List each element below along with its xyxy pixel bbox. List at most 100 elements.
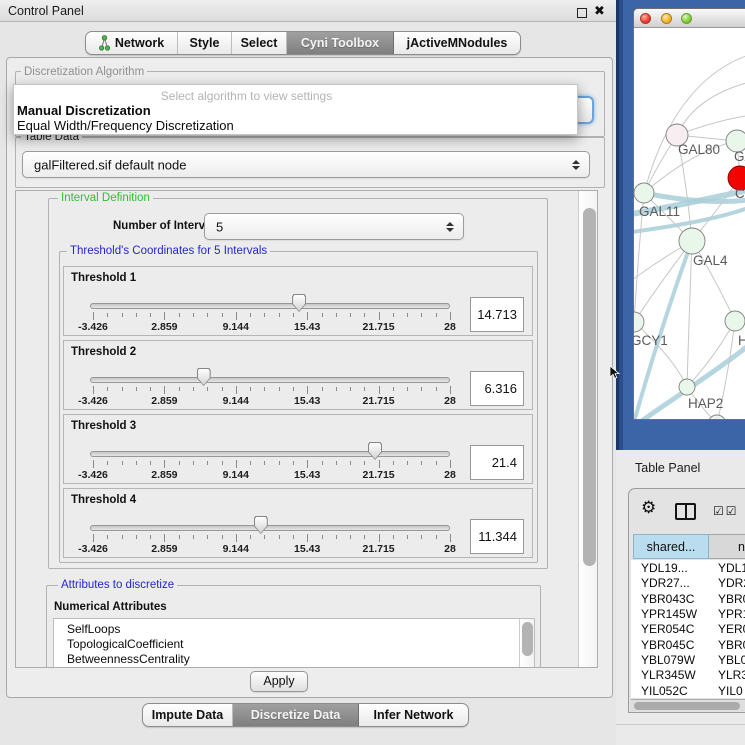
slider-thumb[interactable] (292, 294, 306, 312)
slider-tick (364, 387, 365, 391)
slider-tick (93, 312, 94, 320)
network-node-label: GCY1 (634, 333, 668, 348)
gear-icon[interactable]: ⚙ (641, 498, 656, 518)
slider-tick (122, 313, 123, 317)
cell-name: YBR0 (718, 638, 745, 652)
slider-tick (264, 387, 265, 391)
slider-tick (322, 313, 323, 317)
table-row[interactable]: YBR043C YBR0 (631, 591, 745, 606)
threshold-value-input[interactable]: 6.316 (470, 371, 524, 406)
network-node[interactable] (708, 415, 726, 420)
slider-tick (421, 313, 422, 317)
attribute-list-item[interactable]: BetweennessCentrality (67, 652, 534, 667)
slider-tick-label: -3.426 (78, 395, 108, 407)
attribute-list-item[interactable]: SelfLoops (67, 622, 534, 637)
slider-tick (250, 313, 251, 317)
network-node[interactable] (679, 379, 695, 395)
tab-network[interactable]: Network (86, 32, 178, 54)
tab-infer-network-label: Infer Network (374, 708, 454, 722)
attribute-list-item[interactable]: TopologicalCoefficient (67, 637, 534, 652)
slider-tick (207, 313, 208, 317)
tab-infer-network[interactable]: Infer Network (359, 704, 468, 726)
table-row[interactable]: YPR145W YPR1 (631, 606, 745, 621)
slider-thumb[interactable] (368, 442, 382, 460)
cell-name: YER0 (718, 622, 745, 636)
float-window-icon[interactable] (577, 8, 587, 18)
table-row[interactable]: YBR045C YBR0 (631, 637, 745, 652)
slider-tick (350, 313, 351, 317)
split-columns-icon[interactable] (675, 503, 696, 520)
slider-track[interactable] (90, 525, 450, 531)
tab-select[interactable]: Select (232, 32, 287, 54)
slider-tick (207, 387, 208, 391)
tab-impute-data[interactable]: Impute Data (143, 704, 233, 726)
attributes-list-scrollbar[interactable] (519, 619, 534, 668)
table-row[interactable]: YER054C YER0 (631, 621, 745, 636)
column-header-name[interactable]: na (709, 534, 745, 559)
slider-tick-label: -3.426 (78, 543, 108, 555)
threshold-value-input[interactable]: 11.344 (470, 519, 524, 554)
table-data-selected-value: galFiltered.sif default node (34, 157, 186, 172)
algorithm-option-equal-width[interactable]: Equal Width/Frequency Discretization (17, 118, 234, 133)
slider-thumb[interactable] (254, 516, 268, 534)
threshold-value-input[interactable]: 21.4 (470, 445, 524, 480)
numerical-attributes-label: Numerical Attributes (54, 601, 167, 613)
settings-scrollbar-thumb[interactable] (583, 208, 596, 566)
table-row[interactable]: YDR27... YDR2 (631, 575, 745, 590)
table-data-combobox[interactable]: galFiltered.sif default node (22, 151, 590, 178)
network-edge (634, 241, 692, 322)
slider-tick-label: 15.43 (294, 321, 320, 333)
table-row[interactable]: YBL079W YBL0 (631, 652, 745, 667)
table-row[interactable]: YDL19... YDL1 (631, 560, 745, 575)
network-node[interactable] (634, 183, 654, 203)
apply-button[interactable]: Apply (250, 671, 308, 692)
slider-tick (307, 312, 308, 320)
network-canvas[interactable]: GAL80GACGAL11GAL4GCY1HHAP2 (634, 28, 745, 420)
tab-discretize-data[interactable]: Discretize Data (233, 704, 359, 726)
network-node[interactable] (725, 311, 745, 331)
network-window-titlebar (634, 9, 745, 28)
slider-thumb[interactable] (197, 368, 211, 386)
tab-jactivemnodules[interactable]: jActiveMNodules (394, 32, 520, 54)
slider-tick (150, 313, 151, 317)
tab-network-label: Network (115, 36, 164, 50)
slider-track[interactable] (90, 377, 450, 383)
tab-style[interactable]: Style (178, 32, 232, 54)
column-header-shared-name[interactable]: shared... (633, 534, 709, 559)
table-row[interactable]: YIL052C YIL0 (631, 683, 745, 698)
slider-tick (107, 387, 108, 391)
slider-tick-label: 28 (444, 543, 456, 555)
slider-tick-label: 2.859 (151, 395, 177, 407)
mac-minimize-icon[interactable] (661, 13, 672, 24)
network-edge (687, 241, 692, 387)
tab-cyni-toolbox[interactable]: Cyni Toolbox (287, 32, 394, 54)
slider-track[interactable] (90, 303, 450, 309)
close-icon[interactable]: ✖ (594, 3, 605, 19)
network-node[interactable] (679, 228, 705, 254)
slider-tick (164, 312, 165, 320)
slider-track[interactable] (90, 451, 450, 457)
cell-shared-name: YER054C (641, 622, 694, 636)
table-row[interactable]: YLR345W YLR3 (631, 667, 745, 682)
mac-close-icon[interactable] (640, 13, 651, 24)
slider-tick (136, 313, 137, 317)
mac-zoom-icon[interactable] (681, 13, 692, 24)
network-node[interactable] (634, 312, 644, 332)
slider-tick (379, 534, 380, 542)
table-horizontal-scrollbar[interactable] (631, 699, 745, 711)
column-checkbox-icons[interactable]: ☑☑ (713, 504, 739, 518)
settings-scrollbar[interactable] (578, 191, 598, 667)
slider-tick (350, 461, 351, 465)
slider-tick (407, 387, 408, 391)
slider-tick-label: 2.859 (151, 321, 177, 333)
tab-cyni-toolbox-label: Cyni Toolbox (301, 36, 379, 50)
threshold-row: Threshold 3 -3.4262.8599.14415.4321.7152… (63, 414, 533, 484)
threshold-label: Threshold 2 (71, 346, 136, 358)
control-panel-titlebar: Control Panel (0, 0, 616, 22)
algorithm-option-manual[interactable]: Manual Discretization (17, 103, 151, 118)
cell-name: YPR1 (718, 607, 745, 621)
slider-tick (364, 461, 365, 465)
threshold-value-input[interactable]: 14.713 (470, 297, 524, 332)
cell-name: YLR3 (718, 668, 745, 682)
numerical-attributes-list[interactable]: SelfLoopsTopologicalCoefficientBetweenne… (53, 618, 535, 668)
